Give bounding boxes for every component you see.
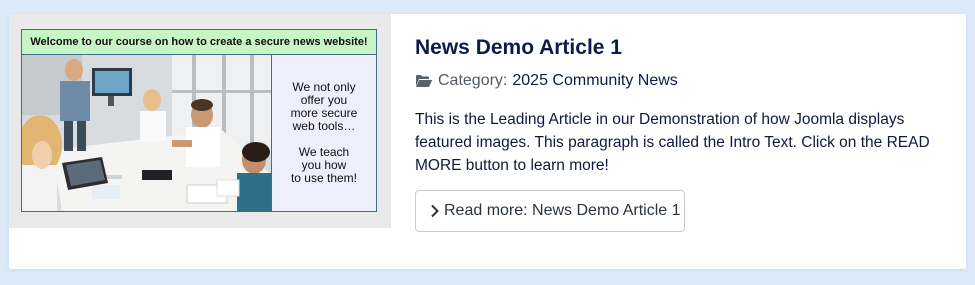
featured-image[interactable]: Welcome to our course on how to create a… <box>9 14 391 228</box>
article-category: Category: 2025 Community News <box>415 72 678 90</box>
article-card: Welcome to our course on how to create a… <box>9 14 966 269</box>
chevron-right-icon <box>430 204 440 218</box>
note-line: web tools… <box>292 119 356 133</box>
category-label: Category: <box>438 72 508 89</box>
team-meeting-photo <box>21 55 271 212</box>
welcome-banner: Welcome to our course on how to create a… <box>21 29 377 55</box>
note-line: to use them! <box>290 171 358 185</box>
read-more-label: Read more: News Demo Article 1 <box>444 202 681 219</box>
side-note: We not only offer you more secure web to… <box>271 55 377 212</box>
folder-open-icon <box>415 74 433 88</box>
article-title[interactable]: News Demo Article 1 <box>415 36 622 60</box>
category-link[interactable]: 2025 Community News <box>512 72 677 90</box>
intro-text: This is the Leading Article in our Demon… <box>415 111 930 174</box>
read-more-button[interactable]: Read more: News Demo Article 1 <box>415 190 685 232</box>
